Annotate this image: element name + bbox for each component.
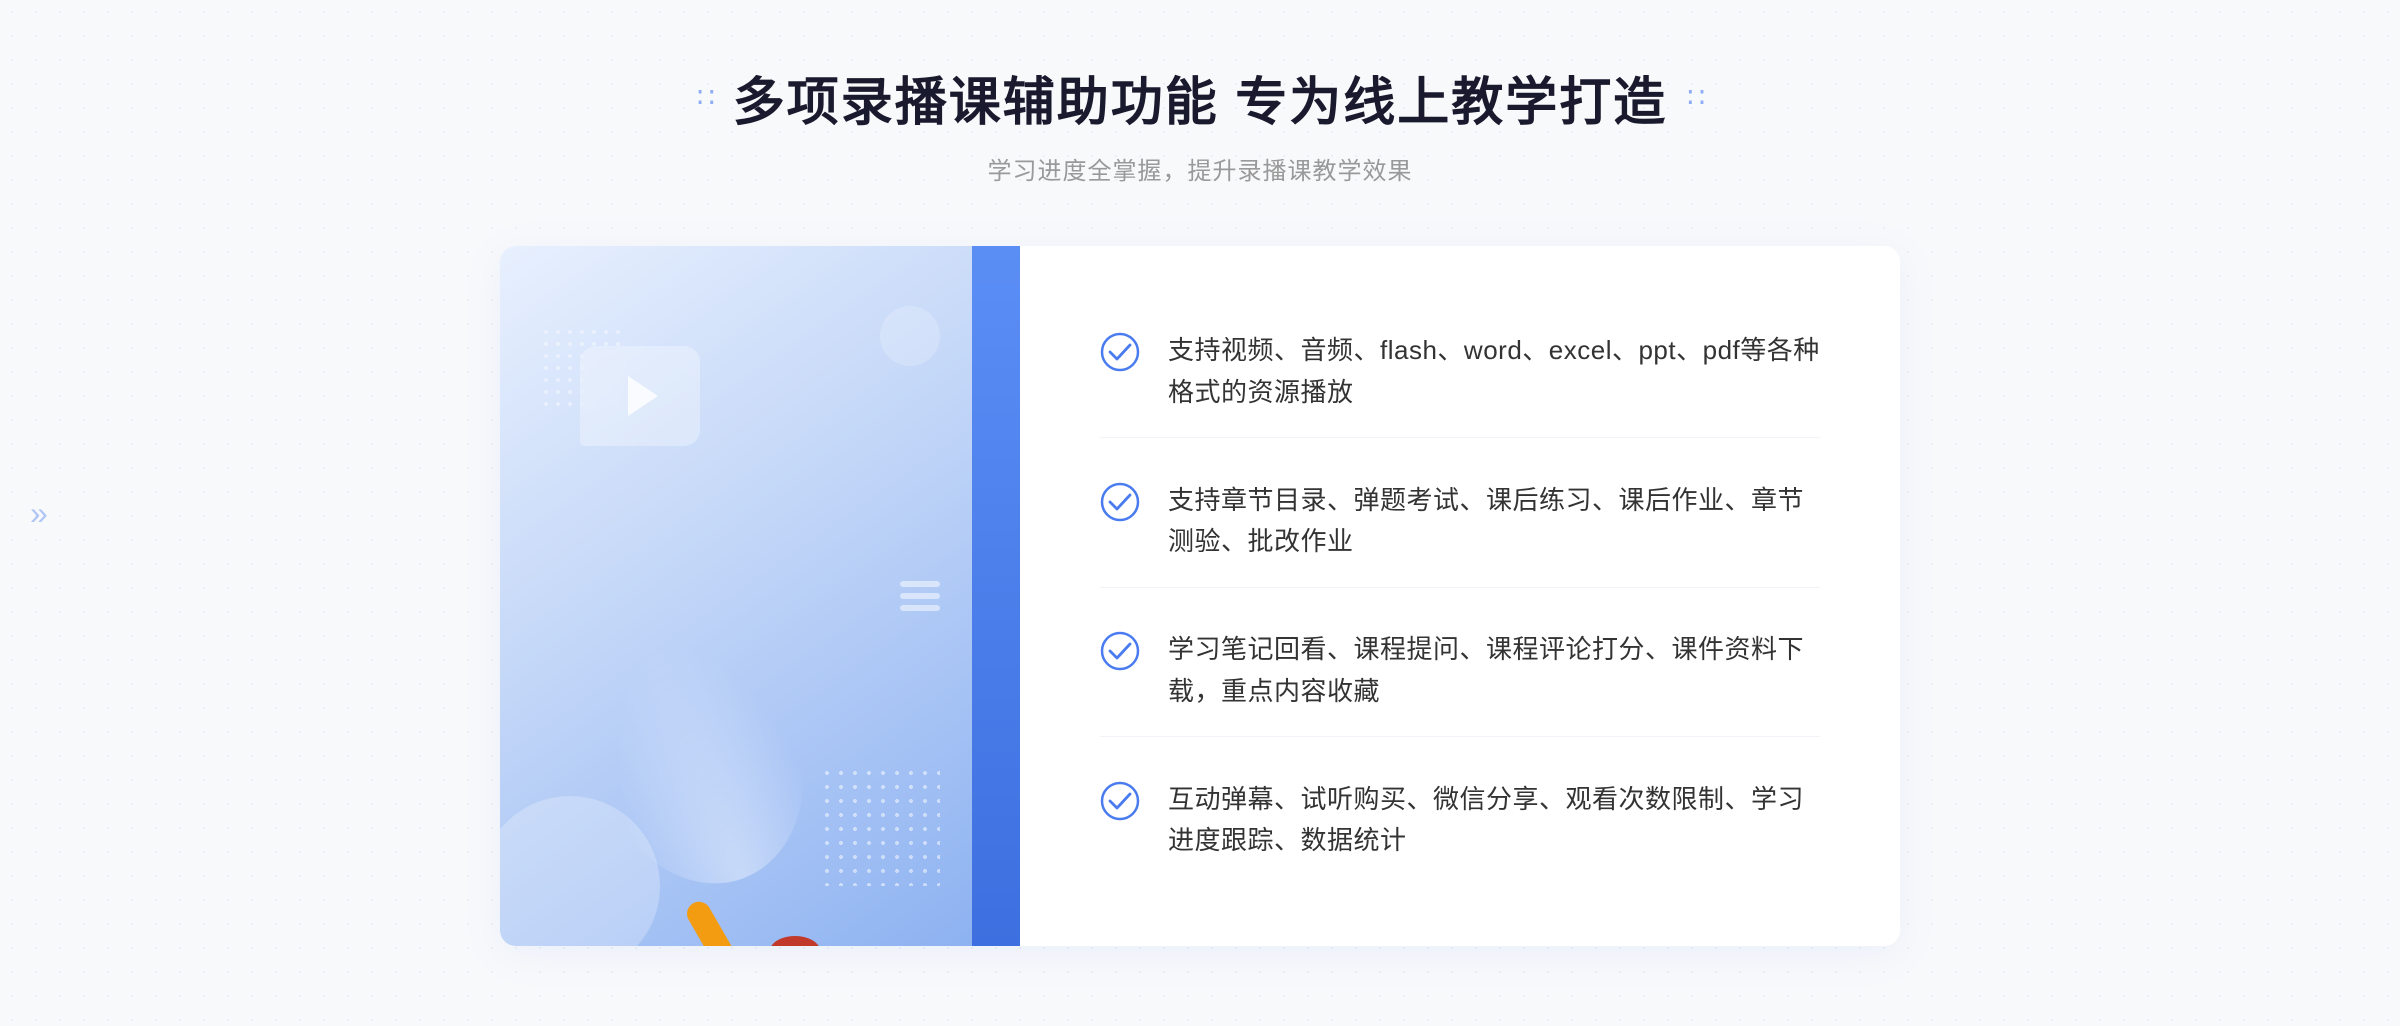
blue-side-bar (972, 246, 1020, 946)
left-arrow-decoration: » (30, 497, 48, 529)
page-wrapper: » ∷ 多项录播课辅助功能 专为线上教学打造 ∷ 学习进度全掌握，提升录播课教学… (0, 0, 2400, 1026)
decoration-dots-left: ∷ (697, 81, 713, 114)
title-row: ∷ 多项录播课辅助功能 专为线上教学打造 ∷ (697, 60, 1703, 135)
feature-text-1: 支持视频、音频、flash、word、excel、ppt、pdf等各种格式的资源… (1168, 330, 1820, 413)
feature-item-3: 学习笔记回看、课程提问、课程评论打分、课件资料下载，重点内容收藏 (1100, 605, 1820, 737)
stripe-line-1 (900, 581, 940, 587)
right-panel: 支持视频、音频、flash、word、excel、ppt、pdf等各种格式的资源… (1020, 246, 1900, 946)
play-triangle-icon (628, 376, 658, 416)
left-illustration-panel (500, 246, 1020, 946)
feature-item-1: 支持视频、音频、flash、word、excel、ppt、pdf等各种格式的资源… (1100, 306, 1820, 438)
sub-title: 学习进度全掌握，提升录播课教学效果 (697, 151, 1703, 186)
circle-decoration-small (880, 306, 940, 366)
feature-text-4: 互动弹幕、试听购买、微信分享、观看次数限制、学习进度跟踪、数据统计 (1168, 779, 1820, 862)
feature-item-2: 支持章节目录、弹题考试、课后练习、课后作业、章节测验、批改作业 (1100, 456, 1820, 588)
check-icon-1 (1100, 332, 1140, 372)
stripe-line-2 (900, 593, 940, 599)
person-hair (770, 936, 820, 946)
feature-text-2: 支持章节目录、弹题考试、课后练习、课后作业、章节测验、批改作业 (1168, 480, 1820, 563)
chevron-right-icon: » (30, 497, 48, 529)
main-title: 多项录播课辅助功能 专为线上教学打造 (733, 60, 1667, 135)
check-icon-3 (1100, 631, 1140, 671)
content-area: 支持视频、音频、flash、word、excel、ppt、pdf等各种格式的资源… (500, 246, 1900, 946)
stripe-line-3 (900, 605, 940, 611)
check-icon-4 (1100, 781, 1140, 821)
person-illustration (620, 426, 900, 946)
feature-item-4: 互动弹幕、试听购买、微信分享、观看次数限制、学习进度跟踪、数据统计 (1100, 755, 1820, 886)
person-arm-raised (683, 897, 769, 946)
stripe-decoration (900, 581, 940, 611)
check-icon-2 (1100, 482, 1140, 522)
feature-text-3: 学习笔记回看、课程提问、课程评论打分、课件资料下载，重点内容收藏 (1168, 629, 1820, 712)
header-section: ∷ 多项录播课辅助功能 专为线上教学打造 ∷ 学习进度全掌握，提升录播课教学效果 (697, 60, 1703, 186)
decoration-dots-right: ∷ (1687, 81, 1703, 114)
